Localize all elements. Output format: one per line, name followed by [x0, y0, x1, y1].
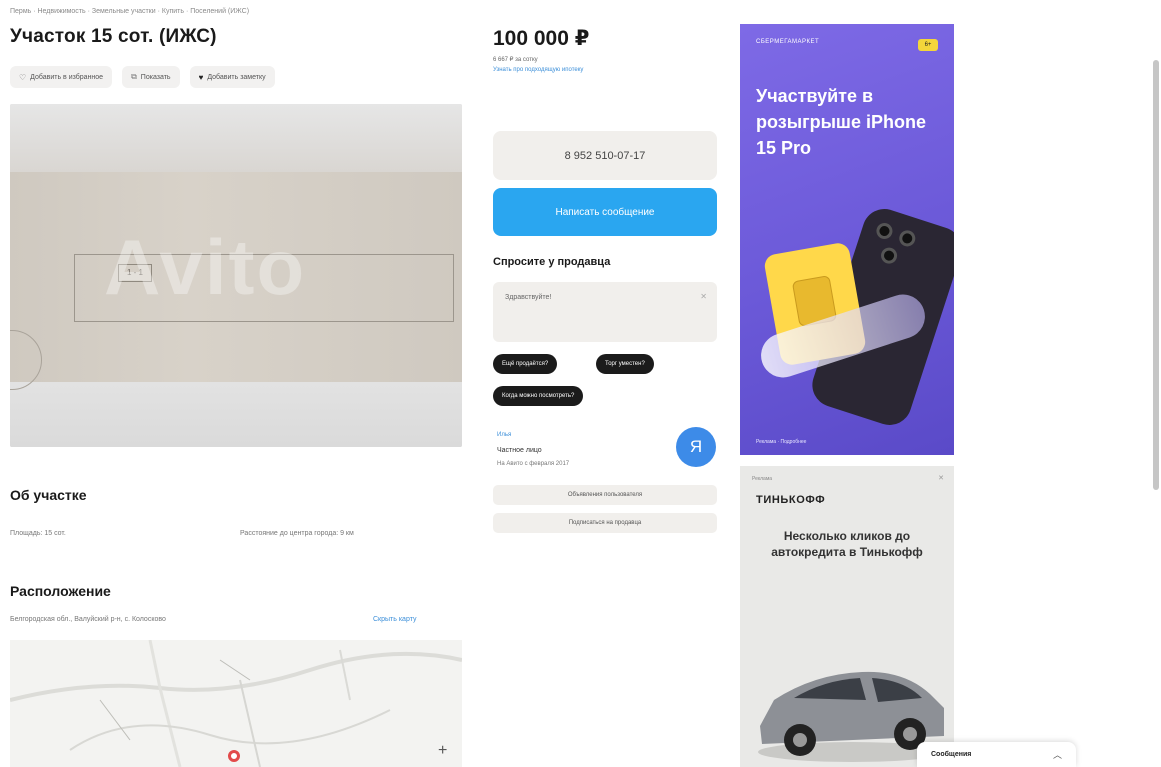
note-icon: ♥ — [198, 72, 204, 82]
quick-question-when-view[interactable]: Когда можно посмотреть? — [493, 386, 584, 406]
ad2-mark: Реклама — [752, 476, 773, 482]
ad-banner-tinkoff[interactable]: Реклама ✕ ТИНЬКОФФ Несколько кликов до а… — [740, 466, 954, 767]
camera-lens-icon — [897, 228, 918, 249]
price: 100 000 ₽ — [493, 27, 590, 50]
avatar[interactable]: Я — [676, 427, 716, 467]
seller-type: Частное лицо — [497, 447, 542, 454]
map-pin-icon — [228, 750, 240, 762]
messages-panel-toggle[interactable]: Сообщения ︿ — [917, 742, 1076, 767]
map-zoom-in-icon[interactable]: + — [438, 742, 447, 760]
seller-since: На Авито с февраля 2017 — [497, 461, 570, 467]
messages-label: Сообщения — [931, 751, 972, 758]
write-message-button[interactable]: Написать сообщение — [493, 188, 717, 236]
heart-icon: ♡ — [19, 72, 27, 82]
ad1-footer: Реклама · Подробнее — [756, 439, 807, 445]
param-distance: Расстояние до центра города: 9 км — [240, 530, 354, 537]
quick-question-still-selling[interactable]: Ещё продаётся? — [493, 354, 558, 374]
photo-top-band — [10, 104, 462, 172]
about-heading: Об участке — [10, 487, 87, 503]
ad2-brand: ТИНЬКОФФ — [756, 494, 826, 506]
price-per-unit: 6 667 ₽ за сотку — [493, 57, 538, 63]
photo-bottom-band — [10, 382, 462, 447]
ad1-brand: СБЕРМЕГАМАРКЕТ — [756, 39, 820, 45]
breadcrumb[interactable]: Пермь · Недвижимость · Земельные участки… — [10, 8, 249, 15]
ask-seller-text: Здравствуйте! — [505, 294, 552, 301]
ask-seller-input[interactable]: Здравствуйте! ✕ — [493, 282, 717, 342]
listing-actions: ♡ Добавить в избранное ⧉ Показать ♥ Доба… — [10, 66, 275, 88]
page: Пермь · Недвижимость · Земельные участки… — [0, 0, 1161, 767]
ask-seller-heading: Спросите у продавца — [493, 256, 611, 268]
add-note-label: Добавить заметку — [207, 73, 266, 81]
seller-listings-button[interactable]: Объявления пользователя — [493, 485, 717, 505]
show-phone-button[interactable]: 8 952 510-07-17 — [493, 131, 717, 180]
add-favorite-label: Добавить в избранное — [30, 73, 104, 81]
chevron-up-icon: ︿ — [1052, 750, 1062, 760]
location-heading: Расположение — [10, 583, 111, 599]
add-note-button[interactable]: ♥ Добавить заметку — [189, 66, 275, 88]
map-roads — [10, 640, 462, 767]
camera-lens-icon — [878, 245, 900, 266]
add-favorite-button[interactable]: ♡ Добавить в избранное — [10, 66, 113, 88]
location-map[interactable]: + — [10, 640, 462, 767]
camera-lens-icon — [874, 220, 895, 242]
location-address: Белгородская обл., Валуйский р-н, с. Кол… — [10, 616, 166, 623]
seller-name-link[interactable]: Илья — [497, 432, 511, 438]
scrollbar[interactable] — [1153, 60, 1159, 490]
ad1-headline: Участвуйте в розыгрыше iPhone 15 Pro — [756, 86, 926, 158]
hide-map-link[interactable]: Скрыть карту — [373, 616, 416, 623]
ad-banner-iphone[interactable]: СБЕРМЕГАМАРКЕТ 6+ Участвуйте в розыгрыше… — [740, 24, 954, 455]
mortgage-link[interactable]: Узнать про подходящую ипотеку — [493, 67, 583, 73]
close-icon[interactable]: ✕ — [938, 474, 944, 482]
param-area: Площадь: 15 сот. — [10, 530, 66, 537]
subscribe-seller-button[interactable]: Подписаться на продавца — [493, 513, 717, 533]
quick-question-bargain[interactable]: Торг уместен? — [596, 354, 654, 374]
ad2-headline: Несколько кликов до автокредита в Тинько… — [771, 529, 923, 559]
share-icon: ⧉ — [131, 72, 137, 81]
ad1-age-tag: 6+ — [918, 39, 938, 51]
clear-icon[interactable]: ✕ — [700, 292, 707, 301]
photo-watermark: Avito — [104, 223, 307, 311]
share-label: Показать — [140, 73, 171, 81]
page-title: Участок 15 сот. (ИЖС) — [10, 26, 217, 47]
share-button[interactable]: ⧉ Показать — [122, 66, 180, 88]
listing-photo[interactable]: 1 - 1 Avito — [10, 104, 462, 447]
